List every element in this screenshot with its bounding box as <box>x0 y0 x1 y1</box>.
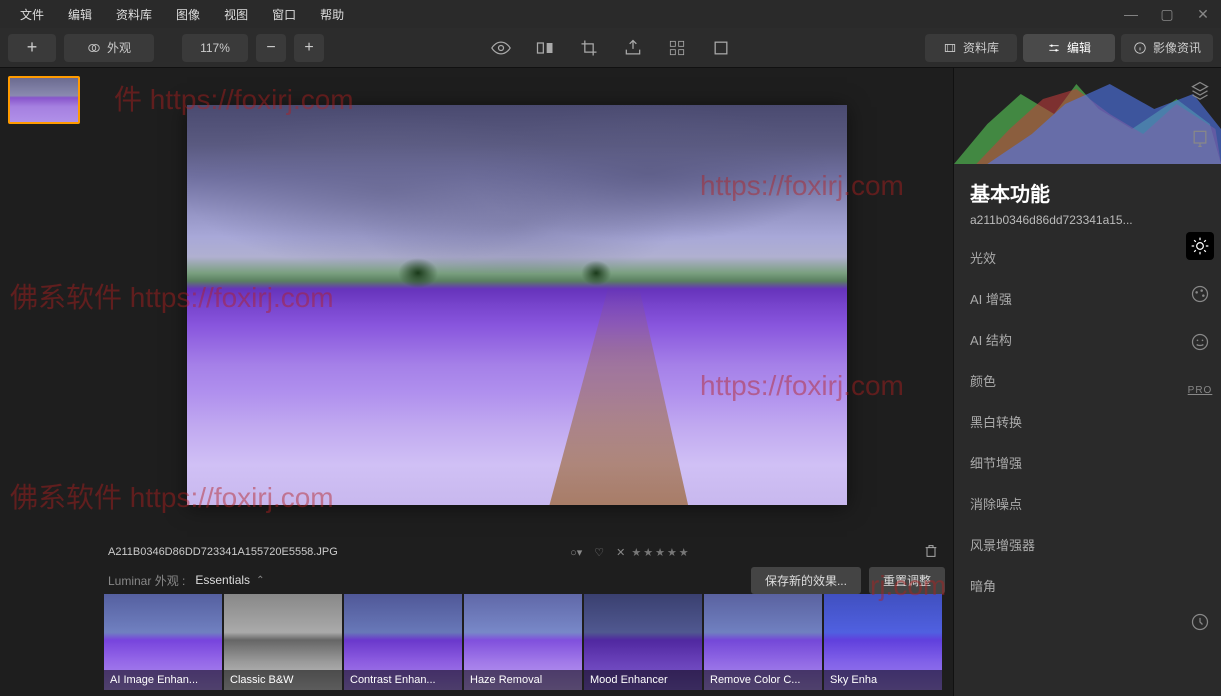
panel-item-ai-enhance[interactable]: AI 增强 <box>954 278 1221 319</box>
panel-item-light[interactable]: 光效 <box>954 237 1221 278</box>
library-icon <box>943 41 957 55</box>
single-view-icon[interactable] <box>709 36 733 60</box>
preset-sky[interactable]: Sky Enha <box>824 594 942 690</box>
reject-icon[interactable]: ✕ <box>616 546 625 559</box>
tab-info[interactable]: 影像资讯 <box>1121 34 1213 62</box>
looks-bar: Luminar 外观 : Essentials ⌃ 保存新的效果... 重置调整 <box>100 566 953 594</box>
essentials-icon[interactable] <box>1186 232 1214 260</box>
image-viewport[interactable] <box>100 68 953 538</box>
filename-label: A211B0346D86DD723341A155720E5558.JPG <box>108 546 338 558</box>
tag-icon[interactable]: ○▾ <box>570 546 582 559</box>
maximize-button[interactable]: ▢ <box>1149 6 1185 23</box>
image-info-bar: A211B0346D86DD723341A155720E5558.JPG ○▾ … <box>100 538 953 566</box>
menu-image[interactable]: 图像 <box>164 6 212 23</box>
layers-icon[interactable] <box>1186 76 1214 104</box>
main-area: A211B0346D86DD723341A155720E5558.JPG ○▾ … <box>0 68 1221 696</box>
grid-icon[interactable] <box>665 36 689 60</box>
preset-contrast[interactable]: Contrast Enhan... <box>344 594 462 690</box>
eye-icon[interactable] <box>489 36 513 60</box>
panel-item-landscape[interactable]: 风景增强器 <box>954 524 1221 565</box>
main-image <box>187 105 847 505</box>
canvas-icon[interactable] <box>1186 124 1214 152</box>
panel-item-detail[interactable]: 细节增强 <box>954 442 1221 483</box>
panel-item-vignette[interactable]: 暗角 <box>954 565 1221 606</box>
add-button[interactable]: + <box>8 34 56 62</box>
menu-library[interactable]: 资料库 <box>104 6 164 23</box>
panel-item-ai-structure[interactable]: AI 结构 <box>954 319 1221 360</box>
panel-filename: a211b0346d86dd723341a15... <box>954 211 1221 237</box>
crop-icon[interactable] <box>577 36 601 60</box>
preset-ai-enhance[interactable]: AI Image Enhan... <box>104 594 222 690</box>
menu-help[interactable]: 帮助 <box>308 6 356 23</box>
info-icon <box>1133 41 1147 55</box>
menu-view[interactable]: 视图 <box>212 6 260 23</box>
left-filmstrip <box>0 68 100 696</box>
sliders-icon <box>1047 41 1061 55</box>
zoom-in-button[interactable]: + <box>294 34 324 62</box>
panel-section-title: 基本功能 <box>954 164 1221 211</box>
looks-label: Luminar 外观 : <box>108 572 185 589</box>
tab-library[interactable]: 资料库 <box>925 34 1017 62</box>
menu-edit[interactable]: 编辑 <box>56 6 104 23</box>
thumbnail-selected[interactable] <box>8 76 80 124</box>
preset-remove-cc[interactable]: Remove Color C... <box>704 594 822 690</box>
portrait-icon[interactable] <box>1186 328 1214 356</box>
sidebar-tool-icons: PRO <box>1185 76 1215 404</box>
export-icon[interactable] <box>621 36 645 60</box>
toolbar-center <box>489 36 733 60</box>
menubar: 文件 编辑 资料库 图像 视图 窗口 帮助 — ▢ ✕ <box>0 0 1221 28</box>
reset-adjustments-button[interactable]: 重置调整 <box>869 567 945 594</box>
window-controls: — ▢ ✕ <box>1113 0 1221 28</box>
close-button[interactable]: ✕ <box>1185 6 1221 23</box>
pro-icon[interactable]: PRO <box>1186 376 1214 404</box>
zoom-out-button[interactable]: − <box>256 34 286 62</box>
menu-file[interactable]: 文件 <box>8 6 56 23</box>
overlap-circles-icon <box>87 41 101 55</box>
presets-row: AI Image Enhan... Classic B&W Contrast E… <box>100 594 953 696</box>
looks-category[interactable]: Essentials <box>195 573 250 587</box>
minimize-button[interactable]: — <box>1113 6 1149 22</box>
history-icon[interactable] <box>1186 608 1214 636</box>
preset-mood[interactable]: Mood Enhancer <box>584 594 702 690</box>
toolbar: + 外观 117% − + 资料库 编辑 影像资讯 <box>0 28 1221 68</box>
chevron-up-icon[interactable]: ⌃ <box>256 575 264 586</box>
panel-item-bw[interactable]: 黑白转换 <box>954 401 1221 442</box>
heart-icon[interactable]: ♡ <box>594 546 604 559</box>
right-panel: 基本功能 a211b0346d86dd723341a15... 光效 AI 增强… <box>953 68 1221 696</box>
preset-classic-bw[interactable]: Classic B&W <box>224 594 342 690</box>
panel-item-color[interactable]: 颜色 <box>954 360 1221 401</box>
center-area: A211B0346D86DD723341A155720E5558.JPG ○▾ … <box>100 68 953 696</box>
trash-icon[interactable] <box>923 543 939 562</box>
looks-button[interactable]: 外观 <box>64 34 154 62</box>
star-rating[interactable]: ★★★★★ <box>631 546 690 559</box>
save-new-look-button[interactable]: 保存新的效果... <box>751 567 861 594</box>
toolbar-tabs: 资料库 编辑 影像资讯 <box>925 34 1213 62</box>
compare-icon[interactable] <box>533 36 557 60</box>
creative-icon[interactable] <box>1186 280 1214 308</box>
menu-window[interactable]: 窗口 <box>260 6 308 23</box>
panel-item-denoise[interactable]: 消除噪点 <box>954 483 1221 524</box>
preset-haze[interactable]: Haze Removal <box>464 594 582 690</box>
zoom-value[interactable]: 117% <box>182 34 248 62</box>
zoom-controls: 117% − + <box>182 34 332 62</box>
histogram[interactable] <box>954 68 1221 164</box>
tab-edit[interactable]: 编辑 <box>1023 34 1115 62</box>
panel-tool-list: 光效 AI 增强 AI 结构 颜色 黑白转换 细节增强 消除噪点 风景增强器 暗… <box>954 237 1221 696</box>
